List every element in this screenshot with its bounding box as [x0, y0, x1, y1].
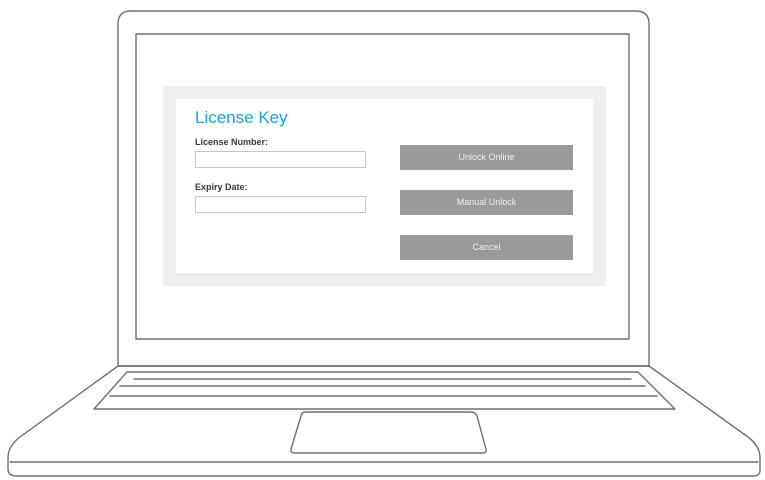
dialog-title: License Key — [195, 108, 288, 127]
laptop-base-outline — [7, 365, 761, 477]
laptop-illustration-scene: License Key License Number: Expiry Date:… — [0, 0, 765, 480]
license-number-input[interactable] — [195, 151, 366, 168]
expiry-date-label: Expiry Date: — [195, 182, 248, 192]
unlock-online-button[interactable]: Unlock Online — [400, 145, 573, 170]
expiry-date-input[interactable] — [195, 196, 366, 213]
license-number-label: License Number: — [195, 137, 269, 147]
trackpad — [290, 411, 487, 454]
manual-unlock-button[interactable]: Manual Unlock — [400, 190, 573, 215]
keyboard-area — [93, 371, 676, 410]
cancel-button[interactable]: Cancel — [400, 235, 573, 260]
